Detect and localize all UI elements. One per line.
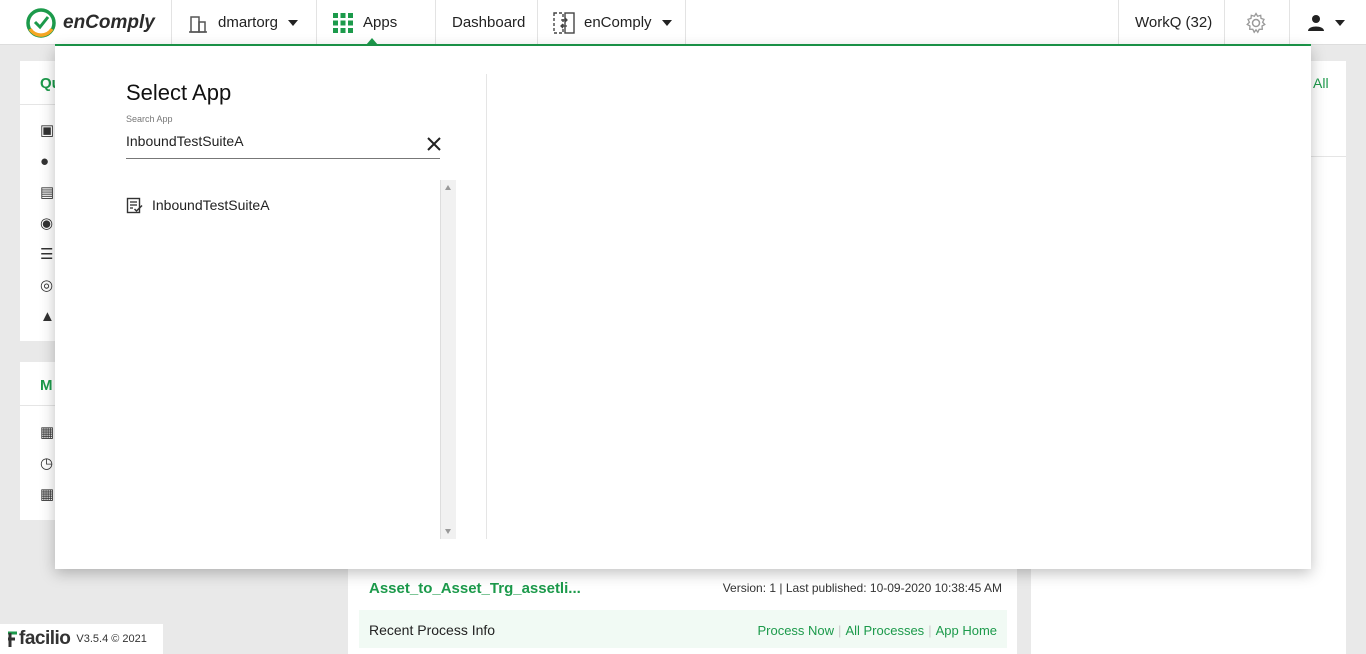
user-icon [1308,14,1324,31]
results-scrollbar[interactable] [440,180,456,539]
recent-process-bar: Recent Process Info Process Now | All Pr… [359,610,1007,648]
scroll-up-arrow-icon[interactable] [445,185,451,190]
app-switcher-label: enComply [584,14,652,31]
timer-icon: ◷ [40,455,54,472]
top-nav-bar: enComply dmartorg Apps Dashboard enCompl… [0,0,1366,45]
building-icon: ▣ [40,122,55,139]
nav-separator [685,0,686,45]
grid-icon: ▦ [40,486,55,503]
nav-separator [171,0,172,45]
apps-label: Apps [363,14,398,31]
org-switcher[interactable]: dmartorg [188,0,299,45]
location-pin-icon: ◉ [40,215,54,232]
all-processes-link[interactable]: All Processes [845,623,924,638]
nav-separator [435,0,436,45]
nav-separator [1224,0,1225,45]
user-menu[interactable] [1307,0,1345,45]
link-separator: | [928,623,932,638]
modal-title: Select App [126,80,232,105]
select-app-modal: Select App Search App InboundTestSuiteA [55,46,1311,569]
settings-button[interactable] [1245,0,1267,45]
org-name: dmartorg [218,14,279,31]
app-results-list: InboundTestSuiteA [126,180,456,540]
search-app-input[interactable] [126,130,416,152]
app-card-version: Version: 1 | Last published: 10-09-2020 … [722,581,1002,595]
dashboard-icon: ▦ [40,424,55,441]
link-separator: | [838,623,842,638]
nav-separator [537,0,538,45]
list-icon: ☰ [40,246,54,263]
switch-app-icon [553,11,575,34]
logo-text: enComply [63,11,155,33]
scroll-down-arrow-icon[interactable] [445,529,451,534]
chevron-down-icon [288,19,299,26]
chevron-down-icon [661,19,672,26]
checklist-icon [126,197,143,213]
facilio-logo-text: facilio [19,628,71,649]
gear-icon [1246,11,1266,33]
user-icon: ● [40,153,50,170]
app-card: Asset_to_Asset_Trg_assetli... Version: 1… [348,569,1017,654]
nav-separator [1118,0,1119,45]
logo[interactable]: enComply [25,0,155,45]
search-label: Search App [126,114,173,124]
app-home-link[interactable]: App Home [936,623,997,638]
apps-grid-icon [333,12,353,33]
footer-brand: facilio V3.5.4 © 2021 [0,624,163,654]
view-all-link[interactable]: All [1313,75,1329,91]
close-icon [427,137,441,151]
nav-separator [316,0,317,45]
recent-process-label: Recent Process Info [369,622,496,638]
more-card-title: M [40,377,53,394]
nav-separator [1289,0,1290,45]
encomply-logo-icon [26,7,56,38]
app-result-label: InboundTestSuiteA [152,197,270,213]
thumbs-up-icon: ▲ [40,308,55,325]
search-underline [126,158,440,159]
sensor-icon: ◎ [40,277,54,294]
process-now-link[interactable]: Process Now [757,623,834,638]
version-text: V3.5.4 © 2021 [76,633,147,645]
workq-link[interactable]: WorkQ (32) [1135,0,1212,45]
clipboard-icon: ▤ [40,184,55,201]
chevron-down-icon [1335,19,1345,26]
list-item[interactable]: InboundTestSuiteA [126,194,270,216]
building-icon [189,15,207,33]
dashboard-link[interactable]: Dashboard [452,0,525,45]
clear-search-button[interactable] [424,134,444,154]
modal-divider [486,74,487,539]
app-card-title[interactable]: Asset_to_Asset_Trg_assetli... [369,580,581,597]
facilio-logo-icon [8,631,17,647]
app-switcher[interactable]: enComply [553,0,672,45]
